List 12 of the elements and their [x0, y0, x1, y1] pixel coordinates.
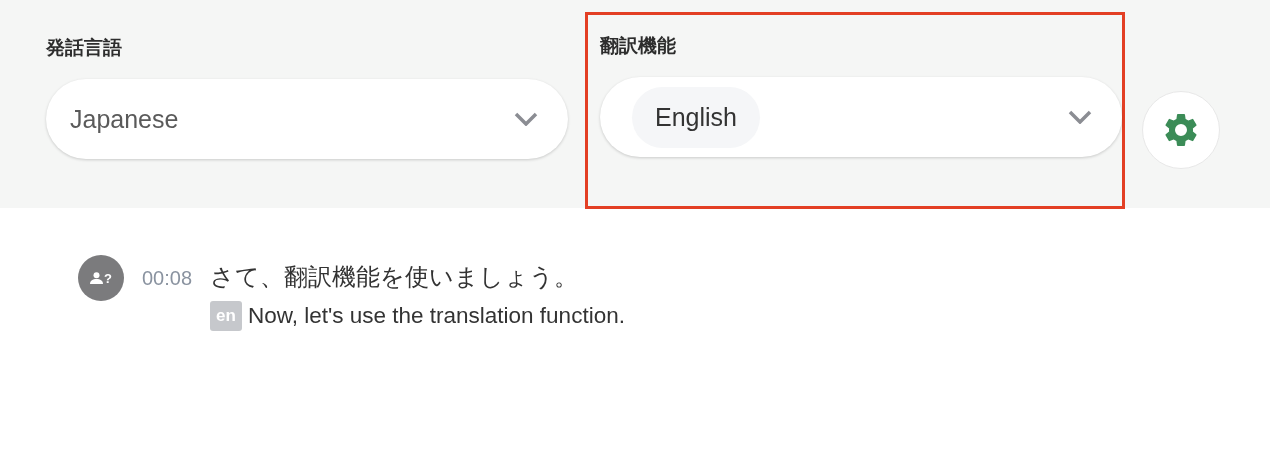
language-chip[interactable]: English	[632, 86, 760, 148]
field-label: 翻訳機能	[600, 33, 677, 58]
speaker-avatar: ?	[78, 255, 124, 301]
timestamp: 00:08	[142, 267, 193, 290]
chevron-down-icon	[1068, 110, 1092, 124]
field-label: 発話言語	[46, 35, 123, 60]
chevron-down-icon	[514, 112, 538, 126]
translation-text: Now, let's use the translation function.	[247, 303, 625, 329]
translation-select[interactable]: English	[600, 77, 1122, 157]
language-select[interactable]: Japanese	[46, 79, 568, 159]
transcript-text: さて、翻訳機能を使いましょう。	[210, 262, 580, 293]
language-tag: en	[210, 301, 242, 331]
